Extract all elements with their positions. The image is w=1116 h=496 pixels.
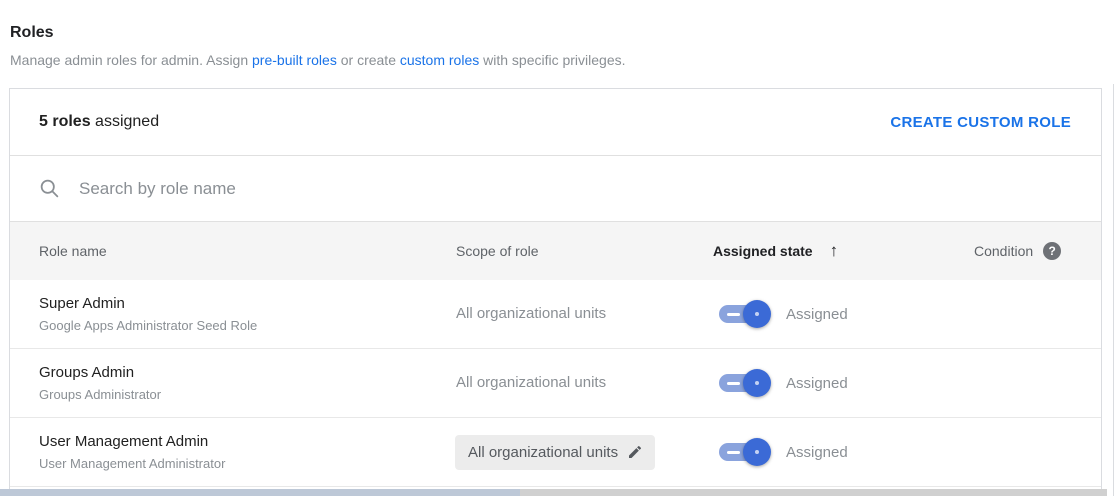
custom-roles-link[interactable]: custom roles [400, 52, 479, 68]
panel-edge-divider [1113, 84, 1114, 496]
assigned-toggle[interactable] [719, 369, 771, 397]
toggle-knob-dot [755, 450, 759, 454]
header-scope: Scope of role [456, 243, 539, 259]
scope-value: All organizational units [468, 443, 619, 461]
subtitle-text: with specific privileges. [479, 52, 626, 68]
page-header: Roles Manage admin roles for admin. Assi… [10, 24, 1010, 68]
toggle-on-dash [727, 451, 740, 454]
search-bar [10, 156, 1101, 222]
horizontal-scrollbar-thumb[interactable] [0, 489, 520, 496]
toggle-knob [743, 369, 771, 397]
table-row: Super Admin Google Apps Administrator Se… [10, 280, 1101, 349]
edit-icon [627, 444, 643, 460]
roles-card: 5 roles assigned CREATE CUSTOM ROLE Role… [9, 88, 1102, 496]
toggle-knob [743, 438, 771, 466]
toggle-on-dash [727, 313, 740, 316]
card-header: 5 roles assigned CREATE CUSTOM ROLE [10, 89, 1101, 156]
header-assigned-state-sort[interactable]: Assigned state ↑ [713, 241, 838, 261]
toggle-knob-dot [755, 312, 759, 316]
help-icon[interactable]: ? [1043, 242, 1062, 260]
scope-value: All organizational units [456, 305, 607, 322]
toggle-knob-dot [755, 381, 759, 385]
search-icon [39, 178, 60, 199]
table-row: Groups Admin Groups Administrator All or… [10, 349, 1101, 418]
subtitle-text: or create [336, 52, 400, 68]
role-name: User Management Admin [39, 433, 209, 450]
role-description: Groups Administrator [39, 387, 162, 402]
sort-ascending-icon: ↑ [829, 241, 839, 260]
roles-count-suffix: assigned [90, 113, 160, 130]
roles-count: 5 roles assigned [39, 113, 159, 131]
assigned-state-label: Assigned [786, 305, 848, 323]
header-assigned-state-label: Assigned state [713, 243, 813, 259]
toggle-on-dash [727, 382, 740, 385]
page-title: Roles [10, 24, 54, 41]
create-custom-role-button[interactable]: CREATE CUSTOM ROLE [890, 114, 1071, 131]
role-description: User Management Administrator [39, 456, 226, 471]
assigned-toggle[interactable] [719, 438, 771, 466]
scope-edit-chip[interactable]: All organizational units [455, 434, 656, 470]
header-role-name: Role name [39, 243, 107, 259]
role-name: Groups Admin [39, 364, 135, 381]
horizontal-scrollbar[interactable] [0, 489, 1107, 496]
prebuilt-roles-link[interactable]: pre-built roles [252, 52, 337, 68]
assigned-state-label: Assigned [786, 443, 848, 461]
assigned-toggle[interactable] [719, 300, 771, 328]
role-description: Google Apps Administrator Seed Role [39, 318, 258, 333]
assigned-state-label: Assigned [786, 374, 848, 392]
roles-count-number: 5 roles [39, 113, 91, 130]
page-subtitle: Manage admin roles for admin. Assign pre… [10, 52, 1010, 68]
toggle-knob [743, 300, 771, 328]
table-row: User Management Admin User Management Ad… [10, 418, 1101, 487]
role-name: Super Admin [39, 295, 125, 312]
search-input[interactable] [79, 168, 1101, 209]
subtitle-text: Manage admin roles for admin. Assign [10, 52, 253, 68]
scope-value: All organizational units [456, 374, 607, 391]
header-condition: Condition [974, 243, 1034, 259]
table-header-row: Role name Scope of role Assigned state ↑ … [10, 222, 1101, 280]
